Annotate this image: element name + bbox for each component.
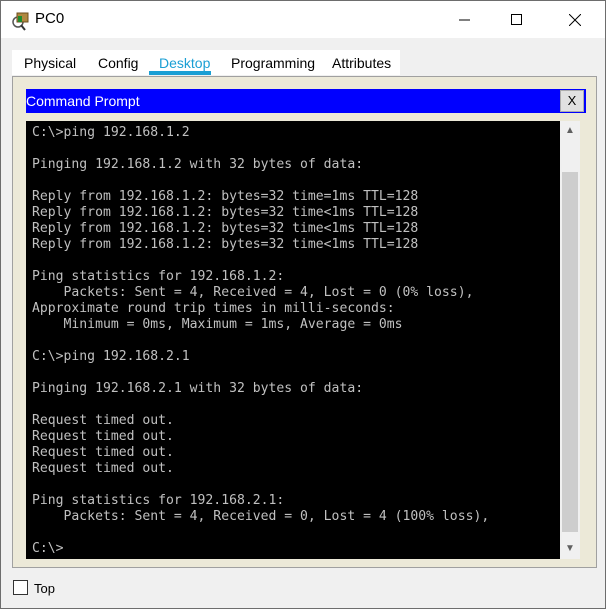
close-button[interactable] — [552, 1, 598, 38]
terminal-scrollbar[interactable]: ▲ ▼ — [560, 121, 580, 559]
terminal-line: C:\>ping 192.168.1.2 — [32, 125, 190, 140]
terminal-line: Pinging 192.168.1.2 with 32 bytes of dat… — [32, 157, 364, 172]
command-prompt-title: Command Prompt — [26, 93, 140, 109]
top-checkbox[interactable] — [13, 580, 28, 595]
terminal-line: Reply from 192.168.1.2: bytes=32 time=1m… — [32, 189, 419, 204]
active-tab-indicator — [149, 71, 211, 75]
maximize-icon — [511, 13, 522, 25]
tab-bar: Physical Config Desktop Programming Attr… — [12, 50, 400, 75]
tab-desktop[interactable]: Desktop — [159, 55, 210, 71]
terminal-line: Approximate round trip times in milli-se… — [32, 301, 395, 316]
tab-programming[interactable]: Programming — [231, 55, 315, 71]
tab-config[interactable]: Config — [98, 55, 138, 71]
terminal-line: Ping statistics for 192.168.2.1: — [32, 493, 285, 508]
desktop-panel: Command Prompt X C:\>ping 192.168.1.2 Pin… — [12, 76, 597, 568]
window-title: PC0 — [35, 10, 65, 27]
terminal-line: Request timed out. — [32, 445, 174, 460]
pc0-window: PC0 Physical Config Desktop Programming … — [0, 0, 606, 609]
scroll-down-icon[interactable]: ▼ — [560, 539, 580, 559]
close-icon — [569, 13, 581, 26]
terminal-line: Packets: Sent = 4, Received = 4, Lost = … — [32, 285, 474, 300]
pc-app-icon — [12, 12, 29, 31]
command-prompt-titlebar: Command Prompt X — [26, 89, 586, 113]
maximize-button[interactable] — [494, 1, 540, 38]
terminal-line: Packets: Sent = 4, Received = 0, Lost = … — [32, 509, 490, 524]
terminal-line: Ping statistics for 192.168.1.2: — [32, 269, 285, 284]
command-prompt-close-button[interactable]: X — [560, 90, 584, 112]
terminal-line: Request timed out. — [32, 413, 174, 428]
terminal-line: Reply from 192.168.1.2: bytes=32 time<1m… — [32, 205, 419, 220]
terminal-line: Reply from 192.168.1.2: bytes=32 time<1m… — [32, 221, 419, 236]
terminal-line: C:\>ping 192.168.2.1 — [32, 349, 190, 364]
terminal-line: Pinging 192.168.2.1 with 32 bytes of dat… — [32, 381, 364, 396]
terminal-line: Reply from 192.168.1.2: bytes=32 time<1m… — [32, 237, 419, 252]
tab-attributes[interactable]: Attributes — [332, 55, 391, 71]
top-checkbox-label: Top — [34, 581, 55, 596]
terminal-line: Request timed out. — [32, 461, 174, 476]
scroll-up-icon[interactable]: ▲ — [560, 121, 580, 141]
tab-physical[interactable]: Physical — [24, 55, 76, 71]
scrollbar-thumb[interactable] — [562, 172, 578, 532]
terminal-line: Request timed out. — [32, 429, 174, 444]
terminal-output[interactable]: C:\>ping 192.168.1.2 Pinging 192.168.1.2 … — [26, 121, 560, 559]
title-bar[interactable]: PC0 — [1, 1, 605, 38]
terminal-line: C:\> — [32, 541, 64, 556]
minimize-icon — [459, 19, 470, 20]
terminal-line: Minimum = 0ms, Maximum = 1ms, Average = … — [32, 317, 403, 332]
minimize-button[interactable] — [442, 1, 488, 38]
